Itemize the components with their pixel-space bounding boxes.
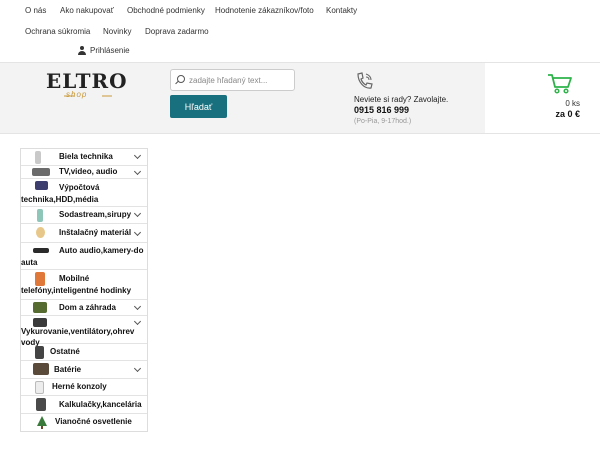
garden-icon (33, 302, 47, 313)
phone-icon (357, 72, 373, 89)
sodastream-icon (37, 209, 43, 222)
login-label: Prihlásenie (90, 46, 130, 55)
cart-icon (548, 74, 572, 94)
car-audio-icon (33, 248, 49, 253)
nav-link-doprava-zadarmo[interactable]: Doprava zadarmo (145, 27, 209, 36)
nav-link-o-nas[interactable]: O nás (25, 6, 46, 15)
category-item[interactable]: Dom a záhrada (21, 300, 147, 316)
contact-question: Neviete si rady? Zavolajte. (354, 95, 449, 104)
logo-sub-text: shop (66, 90, 88, 99)
category-item[interactable]: Inštalačný materiál (21, 224, 147, 243)
bulb-icon (36, 227, 45, 238)
cart-count: 0 ks (565, 99, 580, 108)
category-item[interactable]: TV,video, audio (21, 166, 147, 179)
user-icon (78, 46, 86, 55)
category-item[interactable]: Vykurovanie,ventilátory,ohrev vody (21, 316, 147, 347)
category-item[interactable]: Auto audio,kamery-do auta (21, 243, 147, 270)
chevron-down-icon[interactable] (133, 317, 142, 326)
fridge-icon (35, 151, 41, 164)
category-item[interactable]: Biela technika (21, 149, 147, 166)
christmas-tree-icon (37, 416, 47, 429)
nav-link-kontakty[interactable]: Kontakty (326, 6, 357, 15)
category-menu: Biela technika TV,video, audio Výpočtová… (20, 148, 148, 432)
laptop-icon (35, 181, 48, 190)
nav-link-ochrana-sukromia[interactable]: Ochrana súkromia (25, 27, 90, 36)
nav-link-hodnotenie[interactable]: Hodnotenie zákazníkov/foto (215, 6, 314, 15)
battery-icon (33, 363, 49, 375)
cart-total: za 0 € (555, 109, 580, 119)
logo[interactable]: ELTRO shop (46, 69, 127, 103)
tv-icon (32, 168, 50, 176)
search-input[interactable] (189, 75, 291, 85)
nav-link-ako-nakupovat[interactable]: Ako nakupovať (60, 6, 114, 15)
search-button[interactable]: Hľadať (170, 95, 227, 118)
header: ELTRO shop Hľadať Neviete si rady? Zavol… (0, 62, 600, 134)
category-item[interactable]: Ostatné (21, 344, 147, 361)
category-item[interactable]: Výpočtová technika,HDD,média (21, 179, 147, 207)
login-link[interactable]: Prihlásenie (78, 46, 130, 55)
category-item[interactable]: Kalkulačky,kancelária (21, 396, 147, 414)
category-item[interactable]: Herné konzoly (21, 379, 147, 396)
phone-device-icon (35, 272, 45, 286)
cart-widget[interactable]: 0 ks za 0 € (485, 63, 600, 133)
contact-phone[interactable]: 0915 816 999 (354, 105, 448, 116)
contact-hours: (Po-Pia, 9-17hod.) (354, 118, 412, 125)
nav-link-novinky[interactable]: Novinky (103, 27, 131, 36)
category-item[interactable]: Batérie (21, 361, 147, 379)
console-icon (35, 381, 44, 394)
search-icon (171, 69, 189, 91)
calculator-icon (36, 398, 46, 411)
contact-info: Neviete si rady? Zavolajte. 0915 816 999… (354, 94, 448, 127)
top-navigation: O nás Ako nakupovať Obchodné podmienky H… (0, 0, 600, 62)
heater-icon (33, 318, 47, 327)
category-item[interactable]: Vianočné osvetlenie (21, 414, 147, 431)
search-box (170, 69, 295, 91)
misc-icon (35, 346, 44, 359)
category-item[interactable]: Mobilné telefóny,inteligentné hodinky (21, 270, 147, 300)
nav-link-obchodne-podmienky[interactable]: Obchodné podmienky (127, 6, 205, 15)
category-item[interactable]: Sodastream,sirupy (21, 207, 147, 224)
